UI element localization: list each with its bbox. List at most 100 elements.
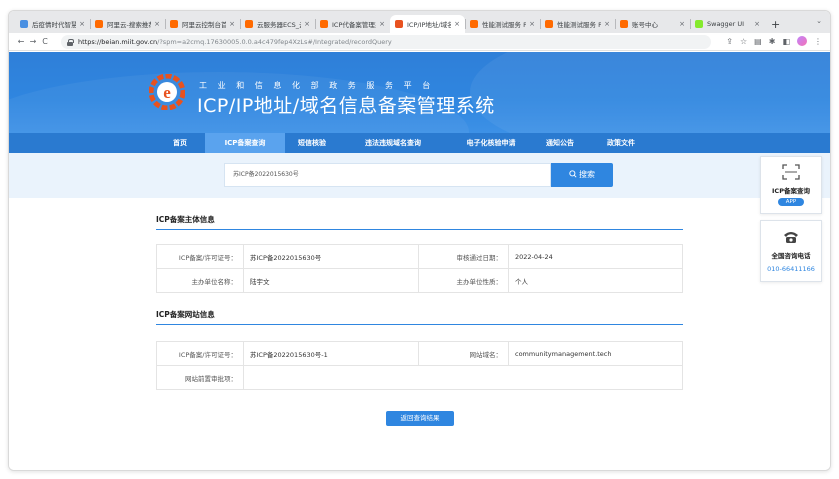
- table-value: 2022-04-24: [508, 244, 683, 269]
- browser-tab[interactable]: 性能测试服务 PTS×: [465, 15, 540, 33]
- tab-close-icon[interactable]: ×: [229, 20, 235, 28]
- tab-close-icon[interactable]: ×: [754, 20, 760, 28]
- table-value: 陆宇文: [243, 268, 419, 293]
- tab-close-icon[interactable]: ×: [379, 20, 385, 28]
- hotline-label: 全国咨询电话: [771, 252, 811, 260]
- browser-tab[interactable]: 阿里云控制台首页×: [165, 15, 240, 33]
- nav-item-home[interactable]: 首页: [155, 133, 205, 153]
- table-row: 主办单位名称： 陆宇文 主办单位性质： 个人: [156, 268, 683, 293]
- tab-title: ICP代备案管理系: [332, 21, 376, 29]
- search-section: 苏ICP备2022015630号 搜索: [9, 153, 830, 198]
- search-icon: [569, 170, 577, 178]
- nav-item-illegal-domain[interactable]: 违法违规域名查询: [347, 133, 439, 153]
- search-button[interactable]: 搜索: [551, 163, 613, 187]
- table-label: ICP备案/许可证号：: [156, 341, 244, 366]
- address-bar: ← → C https://beian.miit.gov.cn/?spm=a2c…: [9, 33, 830, 51]
- table-row: ICP备案/许可证号： 苏ICP备2022015630号 审核通过日期： 202…: [156, 244, 683, 269]
- website-section-title: ICP备案网站信息: [156, 310, 215, 319]
- browser-tab-active[interactable]: ICP/IP地址/域名 ×: [390, 15, 465, 33]
- tab-favicon-icon: [470, 20, 478, 28]
- nav-item-notices[interactable]: 通知公告: [537, 133, 583, 153]
- subject-section-title: ICP备案主体信息: [156, 215, 215, 224]
- hotline-number: 010-66411166: [767, 265, 815, 273]
- toolbar-icons: ⇪ ☆ ▤ ✱ ◧ ⋮: [726, 36, 822, 46]
- tab-title: 阿里云-搜索推荐: [107, 21, 152, 29]
- hotline-card: 全国咨询电话 010-66411166: [760, 220, 822, 282]
- app-query-label: ICP备案查询: [772, 187, 810, 195]
- back-to-results-button[interactable]: 返回查询结果: [386, 411, 454, 426]
- bookmark-star-icon[interactable]: ☆: [740, 37, 747, 46]
- table-value: [243, 365, 683, 390]
- nav-item-policy[interactable]: 政策文件: [597, 133, 645, 153]
- site-logo-icon: e: [149, 74, 185, 110]
- tab-close-icon[interactable]: ×: [454, 20, 460, 28]
- profile-avatar[interactable]: [797, 36, 807, 46]
- tab-title: 阿里云控制台首页: [182, 21, 226, 29]
- browser-tab[interactable]: Swagger UI ×: [690, 15, 765, 33]
- site-subtitle: 工业和信息化部政务服务平台: [199, 81, 441, 90]
- tab-favicon-icon: [95, 20, 103, 28]
- website-table: ICP备案/许可证号： 苏ICP备2022015630号-1 网站域名： com…: [156, 341, 683, 390]
- lock-icon[interactable]: [67, 39, 74, 46]
- menu-icon[interactable]: ⋮: [814, 37, 822, 46]
- tab-close-icon[interactable]: ×: [604, 20, 610, 28]
- share-icon[interactable]: ⇪: [726, 37, 733, 46]
- browser-tab[interactable]: ICP代备案管理系×: [315, 15, 390, 33]
- table-row: 网站前置审批项：: [156, 365, 683, 390]
- browser-window: 后疫情时代智慧×阿里云-搜索推荐×阿里云控制台首页×云服务器ECS_云×ICP代…: [8, 10, 831, 471]
- header-banner: e 工业和信息化部政务服务平台 ICP/IP地址/域名信息备案管理系统: [9, 52, 830, 133]
- tab-search-icon[interactable]: ⌄: [816, 17, 822, 25]
- table-value: 个人: [508, 268, 683, 293]
- browser-tab[interactable]: 云服务器ECS_云 ×: [240, 15, 315, 33]
- forward-arrow-icon[interactable]: →: [27, 37, 39, 46]
- extensions-icon[interactable]: ✱: [769, 37, 776, 46]
- tab-favicon-icon: [695, 20, 703, 28]
- browser-tab[interactable]: 性能测试服务 PTS×: [540, 15, 615, 33]
- table-label: 网站前置审批项：: [156, 365, 244, 390]
- new-tab-button[interactable]: +: [765, 15, 786, 33]
- section-divider: [156, 324, 683, 325]
- tab-close-icon[interactable]: ×: [304, 20, 310, 28]
- page-content: e 工业和信息化部政务服务平台 ICP/IP地址/域名信息备案管理系统 首页 I…: [9, 52, 830, 470]
- reload-icon[interactable]: C: [39, 37, 51, 46]
- table-label: 网站域名：: [418, 341, 509, 366]
- app-query-card[interactable]: ICP备案查询 APP: [760, 156, 822, 214]
- tab-favicon-icon: [395, 20, 403, 28]
- subject-table: ICP备案/许可证号： 苏ICP备2022015630号 审核通过日期： 202…: [156, 244, 683, 293]
- section-divider: [156, 229, 683, 230]
- search-input[interactable]: 苏ICP备2022015630号: [224, 163, 551, 187]
- svg-text:e: e: [163, 83, 171, 102]
- app-badge[interactable]: APP: [777, 198, 805, 206]
- reader-mode-icon[interactable]: ▤: [754, 37, 762, 46]
- tab-favicon-icon: [20, 20, 28, 28]
- table-value: 苏ICP备2022015630号: [243, 244, 419, 269]
- url-field[interactable]: https://beian.miit.gov.cn/?spm=a2cmq.176…: [61, 35, 711, 49]
- table-value: communitymanagement.tech: [508, 341, 683, 366]
- tab-title: ICP/IP地址/域名: [407, 21, 452, 29]
- tab-close-icon[interactable]: ×: [529, 20, 535, 28]
- table-row: ICP备案/许可证号： 苏ICP备2022015630号-1 网站域名： com…: [156, 341, 683, 366]
- nav-item-icp-query[interactable]: ICP备案查询: [205, 133, 285, 153]
- browser-tab[interactable]: 后疫情时代智慧 ×: [15, 15, 90, 33]
- site-title: ICP/IP地址/域名信息备案管理系统: [197, 95, 495, 117]
- nav-item-e-verify[interactable]: 电子化核验申请: [449, 133, 533, 153]
- browser-tab[interactable]: 账号中心 ×: [615, 15, 690, 33]
- table-label: 主办单位性质：: [418, 268, 509, 293]
- tab-title: 后疫情时代智慧: [32, 21, 77, 29]
- sidebar-icon[interactable]: ◧: [782, 37, 790, 46]
- tab-favicon-icon: [320, 20, 328, 28]
- table-label: 主办单位名称：: [156, 268, 244, 293]
- tab-close-icon[interactable]: ×: [679, 20, 685, 28]
- back-arrow-icon[interactable]: ←: [15, 37, 27, 46]
- table-value: 苏ICP备2022015630号-1: [243, 341, 419, 366]
- tab-close-icon[interactable]: ×: [79, 20, 85, 28]
- tab-title: 性能测试服务 PTS: [482, 21, 526, 29]
- nav-item-sms-verify[interactable]: 短信核验: [285, 133, 339, 153]
- main-nav: 首页 ICP备案查询 短信核验 违法违规域名查询 电子化核验申请 通知公告 政策…: [9, 133, 830, 153]
- browser-tab[interactable]: 阿里云-搜索推荐 ×: [90, 15, 165, 33]
- tab-title: 账号中心: [632, 21, 658, 29]
- tab-favicon-icon: [545, 20, 553, 28]
- tab-close-icon[interactable]: ×: [154, 20, 160, 28]
- scan-icon: [782, 164, 800, 180]
- tab-title: 性能测试服务 PTS: [557, 21, 601, 29]
